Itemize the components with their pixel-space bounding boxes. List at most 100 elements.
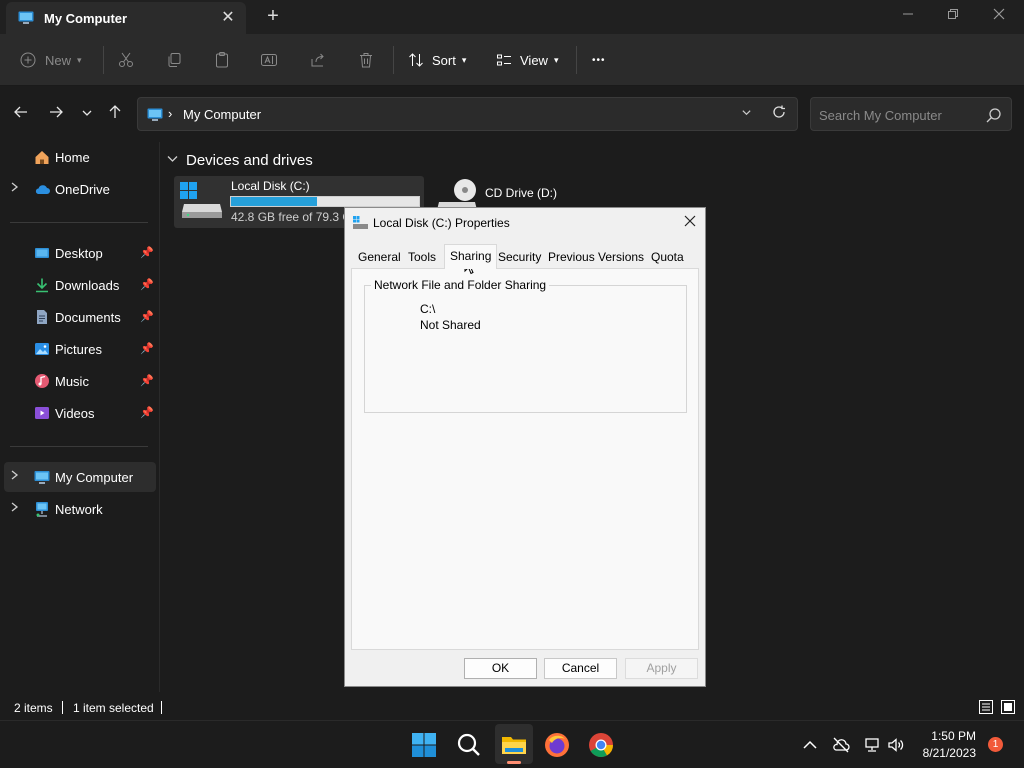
notification-badge[interactable]: 1 — [988, 737, 1003, 752]
cut-button[interactable] — [117, 48, 135, 72]
taskbar: 1:50 PM 8/21/2023 1 — [0, 720, 1024, 768]
up-button[interactable] — [104, 104, 126, 126]
forward-button[interactable] — [45, 104, 67, 126]
delete-button[interactable] — [357, 48, 375, 72]
firefox-icon[interactable] — [543, 731, 571, 759]
sidebar-item-videos[interactable]: Videos 📌 — [4, 398, 156, 428]
onedrive-offline-icon[interactable] — [832, 736, 850, 754]
share-button[interactable] — [309, 48, 327, 72]
recent-locations-button[interactable] — [76, 104, 98, 126]
restore-icon — [948, 9, 958, 19]
search-input[interactable] — [819, 106, 979, 124]
tab-tools[interactable]: Tools — [403, 248, 441, 268]
address-dropdown-icon[interactable] — [736, 105, 756, 125]
tab-previous-versions[interactable]: Previous Versions — [543, 248, 649, 268]
pin-icon: 📌 — [140, 407, 154, 419]
chevron-down-icon — [167, 155, 178, 166]
chevron-right-icon[interactable] — [10, 182, 19, 195]
close-window-button[interactable] — [976, 0, 1022, 32]
chevron-right-icon[interactable] — [10, 470, 19, 483]
trash-icon — [360, 53, 372, 68]
share-path: C:\ — [420, 302, 436, 316]
chevron-right-icon[interactable] — [10, 502, 19, 515]
chrome-icon[interactable] — [587, 731, 615, 759]
new-label: New — [45, 52, 72, 68]
chevron-down-icon: ▾ — [77, 54, 82, 65]
plus-circle-icon — [20, 52, 36, 68]
sidebar-item-label: My Computer — [55, 470, 134, 485]
rename-button[interactable] — [260, 48, 278, 72]
sidebar-item-network[interactable]: Network — [4, 494, 156, 524]
clipboard-icon — [216, 52, 228, 68]
breadcrumb-location[interactable]: My Computer — [183, 107, 261, 122]
status-divider — [161, 701, 162, 714]
details-view-icon[interactable] — [978, 699, 994, 715]
sidebar-item-pictures[interactable]: Pictures 📌 — [4, 334, 156, 364]
selection-count: 1 item selected — [73, 701, 154, 715]
sidebar-item-my-computer[interactable]: My Computer — [4, 462, 156, 492]
sort-button[interactable]: Sort ▾ — [408, 48, 466, 72]
network-icon[interactable] — [864, 736, 882, 754]
search-icon[interactable] — [985, 106, 1003, 124]
toolbar-divider — [103, 46, 104, 74]
sidebar-item-label: Videos — [55, 406, 95, 421]
back-button[interactable] — [10, 104, 32, 126]
tab-title: My Computer — [44, 11, 128, 26]
tab-sharing[interactable]: Sharing — [444, 244, 498, 269]
documents-icon — [37, 310, 47, 324]
chevron-up-icon[interactable] — [801, 736, 819, 754]
tab-security[interactable]: Security — [493, 248, 546, 268]
clock-date[interactable]: 8/21/2023 — [916, 746, 976, 760]
refresh-icon[interactable] — [768, 104, 790, 126]
sidebar-item-music[interactable]: Music 📌 — [4, 366, 156, 396]
more-options-button[interactable]: ••• — [592, 48, 606, 72]
sort-label: Sort — [432, 52, 456, 68]
title-bar: My Computer ✕ + — [0, 0, 1024, 34]
arrow-right-icon — [50, 106, 63, 118]
search-icon[interactable] — [455, 731, 483, 759]
properties-dialog: Local Disk (C:) Properties General Tools… — [344, 207, 706, 687]
new-tab-button[interactable]: + — [262, 5, 284, 27]
window-tab[interactable]: My Computer ✕ — [6, 2, 246, 34]
ok-button[interactable]: OK — [464, 658, 537, 679]
drive-name: Local Disk (C:) — [231, 179, 310, 193]
breadcrumb-separator: › — [168, 106, 173, 121]
chevron-down-icon: ▾ — [553, 54, 559, 65]
toolbar-divider — [393, 46, 394, 74]
minimize-button[interactable] — [885, 0, 931, 32]
tiles-view-icon[interactable] — [1000, 699, 1016, 715]
volume-icon[interactable] — [887, 736, 905, 754]
cloud-icon — [35, 185, 50, 194]
navigation-pane: Home OneDrive Desktop 📌 Downloads 📌 Docu… — [0, 142, 160, 692]
copy-button[interactable] — [165, 48, 183, 72]
tab-general[interactable]: General — [353, 248, 406, 268]
sidebar-item-onedrive[interactable]: OneDrive — [4, 174, 156, 204]
sidebar-item-home[interactable]: Home — [4, 142, 156, 172]
tab-quota[interactable]: Quota — [646, 248, 689, 268]
sidebar-item-desktop[interactable]: Desktop 📌 — [4, 238, 156, 268]
clock-time[interactable]: 1:50 PM — [926, 729, 976, 743]
sidebar-item-downloads[interactable]: Downloads 📌 — [4, 270, 156, 300]
rename-icon — [261, 54, 277, 66]
new-button[interactable]: New ▾ — [20, 48, 82, 72]
view-button[interactable]: View ▾ — [496, 48, 558, 72]
apply-button[interactable]: Apply — [625, 658, 698, 679]
download-icon — [36, 278, 48, 293]
file-explorer-icon[interactable] — [500, 731, 528, 759]
view-list-icon — [497, 54, 511, 66]
sidebar-item-label: Home — [55, 150, 90, 165]
start-icon[interactable] — [410, 731, 438, 759]
sidebar-item-label: Desktop — [55, 246, 103, 261]
toolbar-divider — [576, 46, 577, 74]
command-bar: New ▾ Sort ▾ View ▾ ••• — [0, 34, 1024, 86]
sidebar-item-documents[interactable]: Documents 📌 — [4, 302, 156, 332]
group-header-devices[interactable]: Devices and drives — [167, 152, 313, 169]
restore-button[interactable] — [930, 0, 976, 32]
tab-close-icon[interactable]: ✕ — [218, 8, 238, 28]
cancel-button[interactable]: Cancel — [544, 658, 617, 679]
view-label: View — [520, 52, 548, 68]
paste-button[interactable] — [213, 48, 231, 72]
address-bar[interactable]: › My Computer — [137, 97, 798, 131]
dialog-close-icon[interactable] — [679, 213, 701, 233]
group-heading: Devices and drives — [186, 152, 313, 169]
